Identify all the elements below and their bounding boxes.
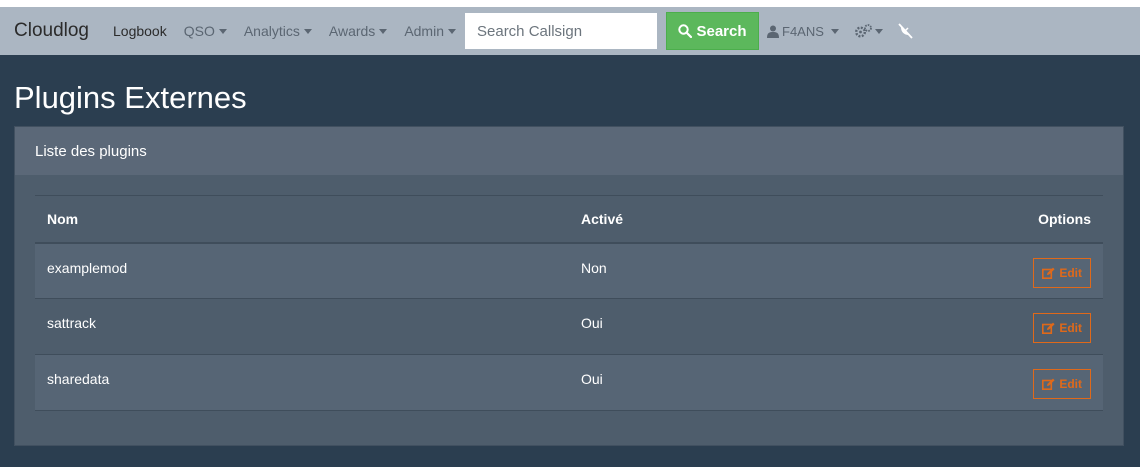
column-header-active: Activé [581, 210, 624, 227]
table-header-row: Nom Activé Options [35, 195, 1103, 243]
plugin-active: Oui [581, 315, 603, 331]
edit-icon [1042, 267, 1055, 279]
navbar: Cloudlog Logbook QSO Analytics Awards Ad… [0, 7, 1140, 55]
radio-status[interactable] [897, 23, 913, 39]
edit-button[interactable]: Edit [1033, 369, 1091, 399]
user-menu[interactable]: F4ANS [767, 24, 839, 39]
settings-menu[interactable] [854, 24, 883, 38]
search-icon [678, 24, 693, 38]
edit-icon [1042, 378, 1055, 390]
nav-analytics[interactable]: Analytics [244, 23, 312, 39]
column-header-options: Options [1038, 210, 1091, 227]
plugin-name: examplemod [47, 259, 128, 276]
edit-button[interactable]: Edit [1033, 257, 1091, 288]
card-body: Nom Activé Options examplemod Non Edit s… [15, 175, 1123, 431]
nav-logbook[interactable]: Logbook [113, 23, 167, 39]
edit-button[interactable]: Edit [1033, 313, 1091, 343]
chevron-down-icon [379, 28, 388, 34]
gears-icon [854, 24, 872, 38]
plugins-card: Liste des plugins Nom Activé Options exa… [14, 126, 1124, 446]
edit-icon [1042, 322, 1055, 334]
top-strip [0, 0, 1140, 7]
nav-qso[interactable]: QSO [184, 23, 227, 39]
chevron-down-icon [874, 28, 883, 34]
table-row: sattrack Oui Edit [35, 299, 1103, 355]
nav-admin[interactable]: Admin [404, 23, 456, 39]
chevron-down-icon [218, 28, 227, 34]
plugin-options: Edit [808, 355, 1103, 411]
chevron-down-icon [448, 28, 456, 34]
table-row: sharedata Oui Edit [35, 354, 1103, 411]
column-header-name: Nom [47, 210, 79, 227]
table-row: examplemod Non Edit [35, 242, 1103, 299]
plugins-table: Nom Activé Options examplemod Non Edit s… [35, 195, 1103, 411]
plugin-options: Edit [808, 299, 1103, 355]
plugin-options: Edit [808, 243, 1103, 299]
card-header: Liste des plugins [15, 127, 1123, 175]
brand-logo[interactable]: Cloudlog [14, 20, 89, 42]
plugin-active: Oui [581, 371, 603, 387]
chevron-down-icon [303, 28, 312, 34]
plugin-active: Non [581, 259, 607, 276]
nav-awards[interactable]: Awards [329, 23, 388, 39]
search-button[interactable]: Search [666, 12, 759, 50]
user-icon [767, 25, 779, 38]
satellite-dish-slash-icon [898, 23, 913, 39]
page-title: Plugins Externes [14, 80, 247, 115]
plugin-name: sharedata [47, 371, 110, 387]
search-callsign-input[interactable] [465, 13, 657, 49]
plugin-name: sattrack [47, 315, 97, 331]
chevron-down-icon [830, 28, 839, 34]
